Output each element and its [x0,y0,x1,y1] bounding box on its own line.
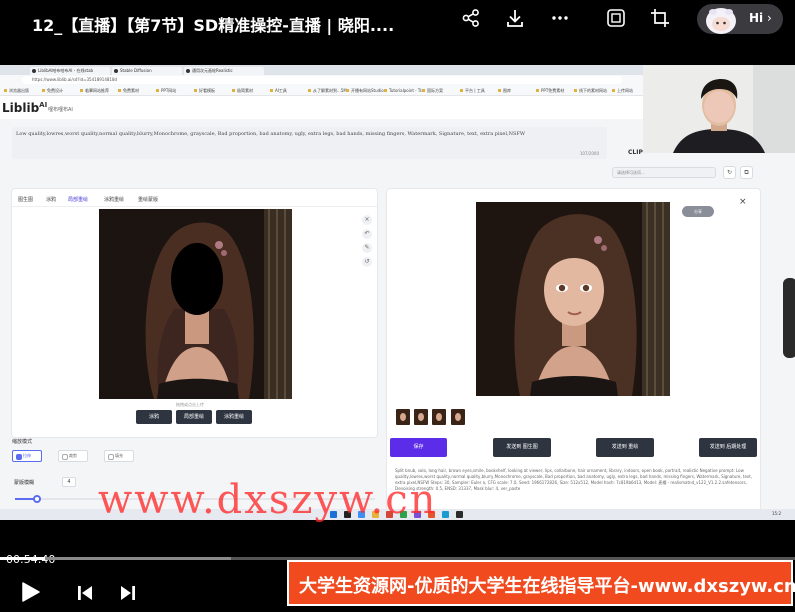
resize-mode-option[interactable]: 裁剪 [58,450,88,462]
tab-img2img[interactable]: 图生图 [18,196,33,203]
generated-image[interactable] [476,202,670,396]
negative-prompt-text: Low quality,lowres,worst quality,normal … [16,131,525,137]
app-icon[interactable] [442,511,449,518]
player-top-bar: 12_【直播】【第7节】SD精准操控-直播 | 晓阳.... Hi › [0,0,795,46]
bookmark-item[interactable]: 开播有网站Studio [346,88,384,94]
screenshot-icon[interactable] [606,8,626,28]
logo-text: Liblib [2,101,40,115]
tab-divider [12,206,377,207]
watermark-text: www.dxszyw.cn [98,477,438,523]
mask-blur-label: 蒙版模糊 [14,480,35,486]
bookmark-item[interactable]: 极简素材 [232,88,253,94]
more-icon[interactable] [550,8,570,28]
send-to-extras-button[interactable]: 发送到 后期处理 [699,438,757,457]
img2img-panel: 图生图 涂鸦 局部重绘 涂鸦重绘 重绘蒙版 拖拽或点击上传 涂鸦 局部重绘 涂鸦… [11,188,378,438]
logo-subtitle: 哩布哩布AI [48,107,73,113]
send-to-img2img-button[interactable]: 发送到 图生图 [493,438,551,457]
previous-icon[interactable] [76,584,94,606]
bookmark-item[interactable]: 国际方案 [422,88,443,94]
slider-handle[interactable] [32,495,41,503]
bookmark-item[interactable]: 上传网站 [612,88,633,94]
result-thumbnail[interactable] [414,409,428,425]
bookmark-item[interactable]: 平台 | 工具 [460,88,485,94]
play-icon[interactable] [18,580,42,608]
assistant-avatar-icon [701,5,741,35]
taskbar-clock: 15:2 [772,511,781,516]
save-button[interactable]: 保存 [390,438,447,457]
inpaint-button[interactable]: 局部重绘 [176,410,212,424]
tab-inpaint-sketch[interactable]: 涂鸦重绘 [104,196,124,203]
result-thumbnail[interactable] [432,409,446,425]
send-to-inpaint-button[interactable]: 发送到 重绘 [596,438,654,457]
negative-prompt-count: 107/2000 [579,151,599,156]
bookmark-item[interactable]: 免费素材 [118,88,139,94]
crop-icon[interactable] [650,8,670,28]
promo-banner[interactable]: 大学生资源网-优质的大学生在线指导平台-www.dxszyw.cn [287,560,795,606]
bookmark-item[interactable]: 免费设计 [42,88,63,94]
download-icon[interactable] [505,8,525,28]
sketch-button[interactable]: 涂鸦 [136,410,172,424]
bookmark-item[interactable]: AI工具 [270,88,287,94]
copy-icon[interactable]: ⧉ [740,166,753,179]
logo-ai-text: AI [39,101,48,109]
result-thumbnail[interactable] [396,409,410,425]
resize-mode-option[interactable]: 拉伸 [12,450,42,462]
bookmark-item[interactable]: 图库 [498,88,511,94]
browser-tab[interactable]: Stable Diffusion [112,67,182,75]
tab-favicon-icon [186,69,190,73]
tab-inpaint-upload[interactable]: 重绘蒙版 [138,196,158,203]
resize-mode-label: 缩放模式 [12,439,33,445]
assistant-pill[interactable]: Hi › [697,4,783,34]
liblib-logo: LiblibAI [2,101,47,115]
bookmark-item[interactable]: 好看模板 [194,88,215,94]
browser-tab-label: Stable Diffusion [120,68,152,73]
clear-icon[interactable]: × [362,215,372,225]
tab-sketch[interactable]: 涂鸦 [46,196,56,203]
inpaint-sketch-button[interactable]: 涂鸦重绘 [216,410,252,424]
tab-inpaint[interactable]: 局部重绘 [68,196,88,203]
video-title: 12_【直播】【第7节】SD精准操控-直播 | 晓阳.... [32,16,395,35]
result-thumbnail[interactable] [451,409,465,425]
url-input[interactable]: https://www.liblib.ai/sd?id=35418914818d [22,76,622,84]
bookmark-item[interactable]: 临摹网站推荐 [80,88,109,94]
refresh-icon[interactable]: ↻ [723,166,736,179]
undo-icon[interactable]: ↶ [362,229,372,239]
bookmark-item[interactable]: 线下的素材网站 [574,88,607,94]
video-frame[interactable]: LiblibAI哈布哈布AI - 在线stab Stable Diffusion… [0,65,795,520]
scroll-handle[interactable] [783,278,795,358]
share-icon[interactable] [461,8,481,28]
bookmark-item[interactable]: PPT网站 [156,88,176,94]
bookmark-item[interactable]: 从了解素材到...5M [308,88,347,94]
chevron-right-icon: › [767,11,772,25]
brush-icon[interactable]: ✎ [362,243,372,253]
negative-prompt-input[interactable]: Low quality,lowres,worst quality,normal … [12,127,607,159]
browser-tab-label: LiblibAI哈布哈布AI - 在线stab [38,68,94,73]
mask-blur-value[interactable]: 4 [62,477,76,487]
resize-mode-option[interactable]: 填充 [104,450,134,462]
clip-label: CLIP [628,149,643,156]
tab-favicon-icon [114,69,118,73]
bookmark-item[interactable]: PPT免费素材 [536,88,564,94]
browser-tab[interactable]: LiblibAI哈布哈布AI - 在线stab [30,67,110,75]
browser-tab[interactable]: 通用次元画轮Realistic [184,67,264,75]
reset-icon[interactable]: ↺ [362,257,372,267]
model-select[interactable]: 请选择可选项... [612,167,716,178]
webcam-overlay [643,65,795,153]
close-icon[interactable]: × [739,197,747,207]
progress-played [0,557,46,560]
promo-banner-text: 大学生资源网-优质的大学生在线指导平台-www.dxszyw.cn [299,576,795,597]
browser-tab-label: 通用次元画轮Realistic [192,68,233,73]
app-icon[interactable] [456,511,463,518]
bookmark-item[interactable]: Tutorialpoint - Tra [384,88,424,93]
upload-caption: 拖拽或点击上传 [176,402,204,407]
next-icon[interactable] [119,584,137,606]
share-badge[interactable]: 分享 [682,206,714,217]
bookmark-item[interactable]: 浏览器出版 [4,88,29,94]
video-player-screen: 12_【直播】【第7节】SD精准操控-直播 | 晓阳.... Hi › Libl… [0,0,795,612]
result-panel: 分享 × 保存 发送到 图生图 发送到 重绘 发送到 后期处理 Split bn… [386,188,761,518]
inpaint-source-image[interactable] [99,209,292,399]
assistant-hi-label: Hi [749,11,764,25]
tab-favicon-icon [32,69,36,73]
